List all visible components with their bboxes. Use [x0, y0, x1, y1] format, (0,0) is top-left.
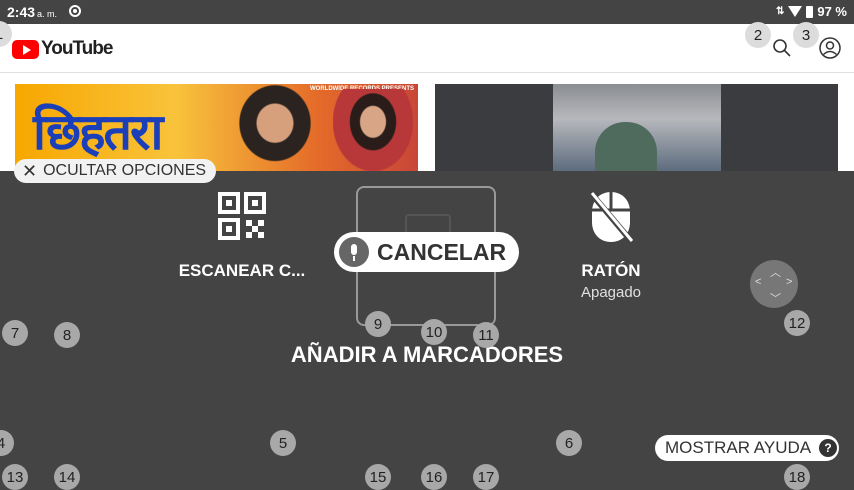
battery-icon — [806, 5, 814, 18]
show-help-label: MOSTRAR AYUDA — [665, 438, 812, 457]
thumbnail-person — [595, 122, 657, 171]
grid-marker[interactable]: 3 — [793, 22, 819, 48]
microphone-icon — [339, 237, 369, 267]
status-time: 2:43 a. m. — [7, 4, 58, 20]
grid-marker[interactable]: 12 — [784, 310, 810, 336]
grid-marker[interactable]: 6 — [556, 430, 582, 456]
thumbnail-person — [333, 89, 413, 171]
grid-marker[interactable]: 18 — [784, 464, 810, 490]
add-bookmark-option[interactable]: AÑADIR A MARCADORES — [0, 342, 854, 368]
thumbnail-title: छिहतरा — [33, 103, 163, 161]
data-arrows-icon: ⇅ — [775, 6, 785, 17]
mouse-option-label[interactable]: RATÓN — [561, 261, 661, 281]
video-thumbnail[interactable]: छिहतरा WORLDWIDE RECORDS PRESENTS — [15, 84, 418, 171]
status-icons: ⇅ 97 % — [776, 4, 847, 19]
grid-marker[interactable]: 7 — [2, 320, 28, 346]
hide-options-label: OCULTAR OPCIONES — [43, 162, 207, 179]
chevron-up-icon: ︿ — [770, 267, 781, 279]
youtube-logo[interactable]: YouTube — [12, 38, 113, 60]
chevron-down-icon: ﹀ — [770, 293, 781, 305]
direction-pad[interactable]: ︿ ﹀ < > — [750, 260, 798, 308]
status-bar: 2:43 a. m. ⇅ 97 % — [0, 0, 854, 24]
account-icon[interactable] — [819, 37, 841, 59]
grid-marker[interactable]: 10 — [421, 319, 447, 345]
youtube-header: YouTube — [0, 24, 854, 73]
youtube-play-icon — [12, 39, 39, 59]
grid-marker[interactable]: 13 — [2, 464, 28, 490]
mouse-off-icon[interactable] — [588, 188, 634, 244]
mouse-option-state: Apagado — [580, 284, 642, 301]
grid-marker[interactable]: 2 — [745, 22, 771, 48]
hide-options-button[interactable]: ✕ OCULTAR OPCIONES — [14, 159, 217, 183]
cancel-button[interactable]: CANCELAR — [334, 232, 519, 272]
qr-code-icon[interactable] — [218, 192, 266, 240]
chevron-left-icon: < — [755, 276, 762, 288]
search-icon[interactable] — [772, 38, 792, 58]
thumbnail-person — [230, 84, 320, 171]
grid-marker[interactable]: 16 — [421, 464, 447, 490]
grid-marker[interactable]: 8 — [54, 322, 80, 348]
chevron-right-icon: > — [786, 276, 793, 288]
show-help-button[interactable]: MOSTRAR AYUDA ? — [655, 435, 839, 461]
grid-marker[interactable]: 5 — [270, 430, 296, 456]
scan-qr-option-label[interactable]: ESCANEAR C... — [170, 261, 314, 281]
sync-icon — [69, 5, 81, 17]
help-icon: ? — [819, 439, 838, 457]
cancel-label: CANCELAR — [377, 238, 507, 265]
battery-percent: 97 % — [817, 4, 847, 19]
grid-marker[interactable]: 17 — [473, 464, 499, 490]
grid-marker[interactable]: 15 — [365, 464, 391, 490]
wifi-icon — [788, 6, 803, 17]
grid-marker[interactable]: 11 — [473, 322, 499, 348]
grid-marker[interactable]: 14 — [54, 464, 80, 490]
youtube-wordmark: YouTube — [41, 38, 113, 59]
close-icon: ✕ — [22, 160, 38, 181]
video-thumbnail[interactable] — [435, 84, 838, 171]
grid-marker[interactable]: 9 — [365, 311, 391, 337]
